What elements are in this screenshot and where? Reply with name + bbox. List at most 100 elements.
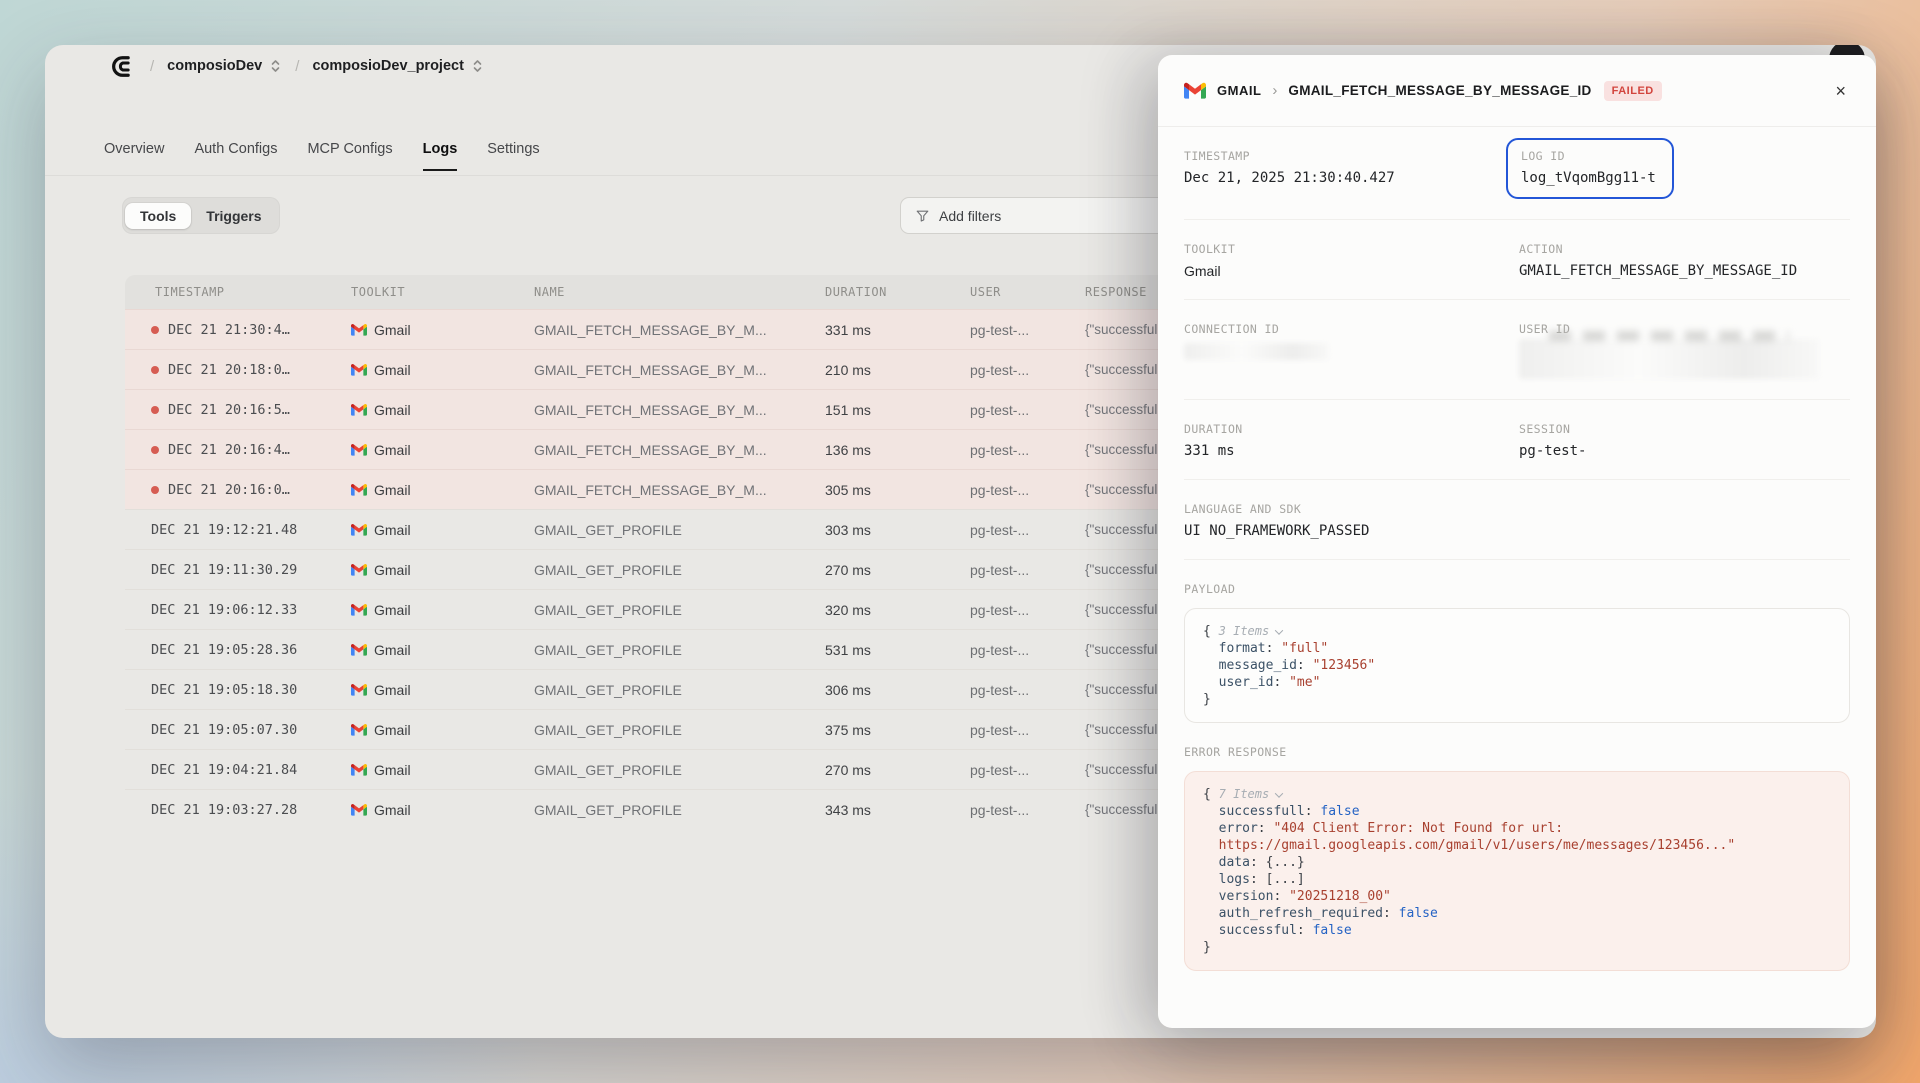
chevron-right-icon: › — [1272, 82, 1277, 99]
json-line: } — [1203, 691, 1831, 708]
table-row[interactable]: DEC 21 19:05:18.30 Gmail GMAIL_GET_PROFI… — [125, 669, 1225, 709]
redacted-value — [1519, 339, 1819, 379]
cell-duration: 303 ms — [825, 522, 970, 538]
segment-triggers[interactable]: Triggers — [191, 203, 276, 229]
column-header-name: NAME — [534, 285, 825, 299]
cell-user: pg-test-... — [970, 442, 1085, 458]
table-row[interactable]: DEC 21 19:05:07.30 Gmail GMAIL_GET_PROFI… — [125, 709, 1225, 749]
cell-duration: 270 ms — [825, 762, 970, 778]
cell-timestamp: DEC 21 20:18:0… — [125, 362, 351, 378]
payload-json-viewer: { 3 Items format: "full" message_id: "12… — [1184, 608, 1850, 723]
field-label: TIMESTAMP — [1184, 149, 1519, 163]
table-row[interactable]: DEC 21 21:30:4… Gmail GMAIL_FETCH_MESSAG… — [125, 309, 1225, 349]
gmail-icon — [351, 402, 367, 418]
cell-timestamp: DEC 21 19:05:18.30 — [125, 682, 351, 698]
payload-label: PAYLOAD — [1184, 582, 1850, 596]
close-icon[interactable]: × — [1835, 82, 1846, 100]
cell-duration: 343 ms — [825, 802, 970, 818]
cell-name: GMAIL_FETCH_MESSAGE_BY_M... — [534, 482, 825, 498]
cell-toolkit: Gmail — [351, 762, 534, 778]
gmail-icon — [351, 642, 367, 658]
cell-name: GMAIL_GET_PROFILE — [534, 682, 825, 698]
table-row[interactable]: DEC 21 19:03:27.28 Gmail GMAIL_GET_PROFI… — [125, 789, 1225, 829]
tab-mcp-configs[interactable]: MCP Configs — [307, 141, 392, 171]
gmail-icon — [351, 762, 367, 778]
highlighted-log-id-box[interactable]: LOG ID log_tVqomBgg11-t — [1506, 138, 1674, 199]
tab-overview[interactable]: Overview — [104, 141, 164, 171]
table-row[interactable]: DEC 21 20:16:4… Gmail GMAIL_FETCH_MESSAG… — [125, 429, 1225, 469]
json-line: user_id: "me" — [1203, 674, 1831, 691]
tab-logs[interactable]: Logs — [423, 141, 458, 171]
field-value: Dec 21, 2025 21:30:40.427 — [1184, 170, 1519, 186]
failed-status-dot — [151, 326, 159, 334]
field-row: CONNECTION ID USER ID — [1184, 300, 1850, 400]
gmail-icon — [351, 482, 367, 498]
log-detail-panel: GMAIL › GMAIL_FETCH_MESSAGE_BY_MESSAGE_I… — [1158, 55, 1876, 1028]
cell-user: pg-test-... — [970, 602, 1085, 618]
cell-timestamp: DEC 21 19:11:30.29 — [125, 562, 351, 578]
table-row[interactable]: DEC 21 19:04:21.84 Gmail GMAIL_GET_PROFI… — [125, 749, 1225, 789]
cell-toolkit: Gmail — [351, 482, 534, 498]
error-response-section: ERROR RESPONSE { 7 Items successfull: fa… — [1184, 745, 1850, 971]
table-row[interactable]: DEC 21 19:11:30.29 Gmail GMAIL_GET_PROFI… — [125, 549, 1225, 589]
cell-name: GMAIL_GET_PROFILE — [534, 602, 825, 618]
field-log-id[interactable]: LOG ID log_tVqomBgg11-t — [1519, 149, 1850, 199]
table-row[interactable]: DEC 21 20:16:5… Gmail GMAIL_FETCH_MESSAG… — [125, 389, 1225, 429]
cell-user: pg-test-... — [970, 682, 1085, 698]
table-header-row: TIMESTAMPTOOLKITNAMEDURATIONUSERRESPONSE — [125, 275, 1225, 309]
table-row[interactable]: DEC 21 19:12:21.48 Gmail GMAIL_GET_PROFI… — [125, 509, 1225, 549]
cell-duration: 136 ms — [825, 442, 970, 458]
composio-logo-icon[interactable] — [111, 53, 137, 79]
cell-toolkit: Gmail — [351, 602, 534, 618]
items-count-toggle[interactable]: 3 Items — [1219, 624, 1283, 638]
json-line: auth_refresh_required: false — [1203, 905, 1831, 922]
items-count-toggle[interactable]: 7 Items — [1219, 787, 1283, 801]
table-row[interactable]: DEC 21 19:05:28.36 Gmail GMAIL_GET_PROFI… — [125, 629, 1225, 669]
table-row[interactable]: DEC 21 20:18:0… Gmail GMAIL_FETCH_MESSAG… — [125, 349, 1225, 389]
json-line: error: "404 Client Error: Not Found for … — [1203, 820, 1831, 837]
json-line: successfull: false — [1203, 803, 1831, 820]
cell-duration: 306 ms — [825, 682, 970, 698]
field-row: LANGUAGE AND SDKUI NO_FRAMEWORK_PASSED — [1184, 480, 1850, 560]
tab-settings[interactable]: Settings — [487, 141, 539, 171]
failed-status-dot — [151, 406, 159, 414]
field-value: Gmail — [1184, 263, 1519, 279]
failed-status-dot — [151, 366, 159, 374]
cell-timestamp: DEC 21 19:03:27.28 — [125, 802, 351, 818]
json-line: successful: false — [1203, 922, 1831, 939]
field-label: LOG ID — [1521, 149, 1656, 163]
segment-tools[interactable]: Tools — [125, 203, 191, 229]
json-line: data: {...} — [1203, 854, 1831, 871]
column-header-toolkit: TOOLKIT — [351, 285, 534, 299]
field-user-id: USER ID — [1519, 322, 1850, 379]
field-value: log_tVqomBgg11-t — [1521, 170, 1656, 186]
breadcrumb-project[interactable]: composioDev_project — [312, 58, 484, 74]
add-filters-label: Add filters — [939, 208, 1001, 224]
field-label: LANGUAGE AND SDK — [1184, 502, 1519, 516]
cell-user: pg-test-... — [970, 322, 1085, 338]
cell-toolkit: Gmail — [351, 722, 534, 738]
cell-user: pg-test-... — [970, 402, 1085, 418]
cell-timestamp: DEC 21 19:06:12.33 — [125, 602, 351, 618]
filter-funnel-icon — [915, 208, 930, 223]
cell-duration: 531 ms — [825, 642, 970, 658]
cell-timestamp: DEC 21 20:16:4… — [125, 442, 351, 458]
field-value: 331 ms — [1184, 443, 1519, 459]
json-line: } — [1203, 939, 1831, 956]
cell-name: GMAIL_GET_PROFILE — [534, 562, 825, 578]
tab-bar: Overview Auth Configs MCP Configs Logs Setti… — [104, 141, 540, 171]
cell-timestamp: DEC 21 19:05:28.36 — [125, 642, 351, 658]
gmail-icon — [351, 722, 367, 738]
org-name: composioDev — [167, 58, 262, 74]
table-row[interactable]: DEC 21 19:06:12.33 Gmail GMAIL_GET_PROFI… — [125, 589, 1225, 629]
cell-timestamp: DEC 21 19:04:21.84 — [125, 762, 351, 778]
cell-toolkit: Gmail — [351, 522, 534, 538]
breadcrumb-org[interactable]: composioDev — [167, 58, 282, 74]
table-row[interactable]: DEC 21 20:16:0… Gmail GMAIL_FETCH_MESSAG… — [125, 469, 1225, 509]
field-toolkit: TOOLKITGmail — [1184, 242, 1519, 279]
cell-user: pg-test-... — [970, 362, 1085, 378]
gmail-icon — [351, 682, 367, 698]
cell-name: GMAIL_GET_PROFILE — [534, 802, 825, 818]
tab-auth-configs[interactable]: Auth Configs — [194, 141, 277, 171]
error-response-label: ERROR RESPONSE — [1184, 745, 1850, 759]
